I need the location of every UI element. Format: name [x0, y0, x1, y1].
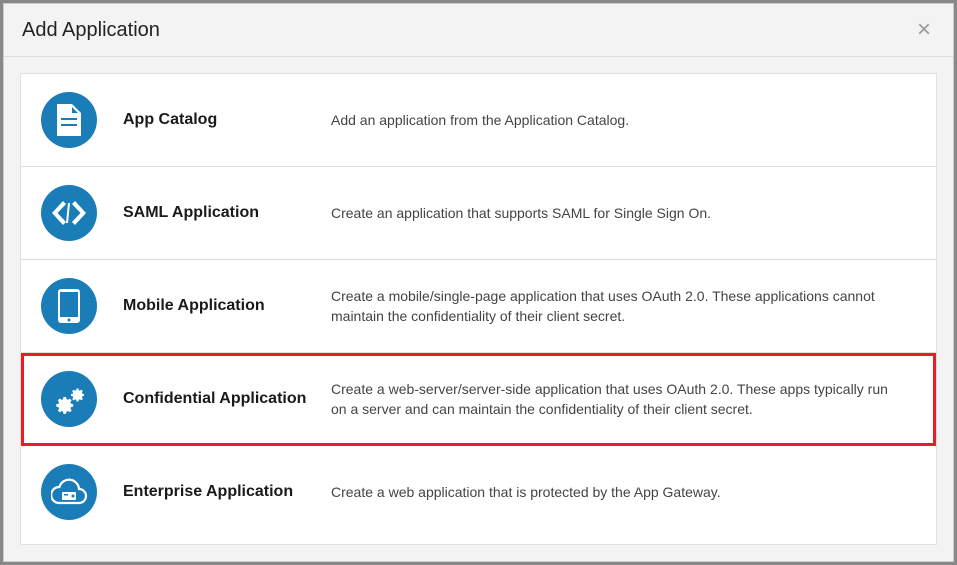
add-application-modal: Add Application × App Catalog Add an app… — [3, 3, 954, 562]
option-description: Create an application that supports SAML… — [331, 203, 916, 223]
code-icon — [41, 185, 97, 241]
close-button[interactable]: × — [913, 18, 935, 42]
option-mobile-application[interactable]: Mobile Application Create a mobile/singl… — [21, 260, 936, 353]
gears-icon — [41, 371, 97, 427]
option-title: Mobile Application — [123, 297, 265, 315]
option-left: SAML Application — [41, 185, 331, 241]
option-confidential-application[interactable]: Confidential Application Create a web-se… — [21, 353, 936, 446]
option-description: Add an application from the Application … — [331, 110, 916, 130]
option-description: Create a mobile/single-page application … — [331, 286, 916, 327]
option-title: Confidential Application — [123, 390, 306, 408]
modal-title: Add Application — [22, 19, 160, 42]
cloud-icon — [41, 464, 97, 520]
option-left: Mobile Application — [41, 278, 331, 334]
option-app-catalog[interactable]: App Catalog Add an application from the … — [21, 74, 936, 167]
option-title: App Catalog — [123, 111, 217, 129]
option-enterprise-application[interactable]: Enterprise Application Create a web appl… — [21, 446, 936, 538]
option-description: Create a web application that is protect… — [331, 482, 916, 502]
option-left: Confidential Application — [41, 371, 331, 427]
option-left: App Catalog — [41, 92, 331, 148]
option-title: SAML Application — [123, 204, 259, 222]
option-saml-application[interactable]: SAML Application Create an application t… — [21, 167, 936, 260]
modal-body: App Catalog Add an application from the … — [4, 57, 953, 561]
document-icon — [41, 92, 97, 148]
mobile-icon — [41, 278, 97, 334]
options-list: App Catalog Add an application from the … — [20, 73, 937, 545]
option-title: Enterprise Application — [123, 483, 293, 501]
modal-header: Add Application × — [4, 4, 953, 57]
option-left: Enterprise Application — [41, 464, 331, 520]
option-description: Create a web-server/server-side applicat… — [331, 379, 916, 420]
